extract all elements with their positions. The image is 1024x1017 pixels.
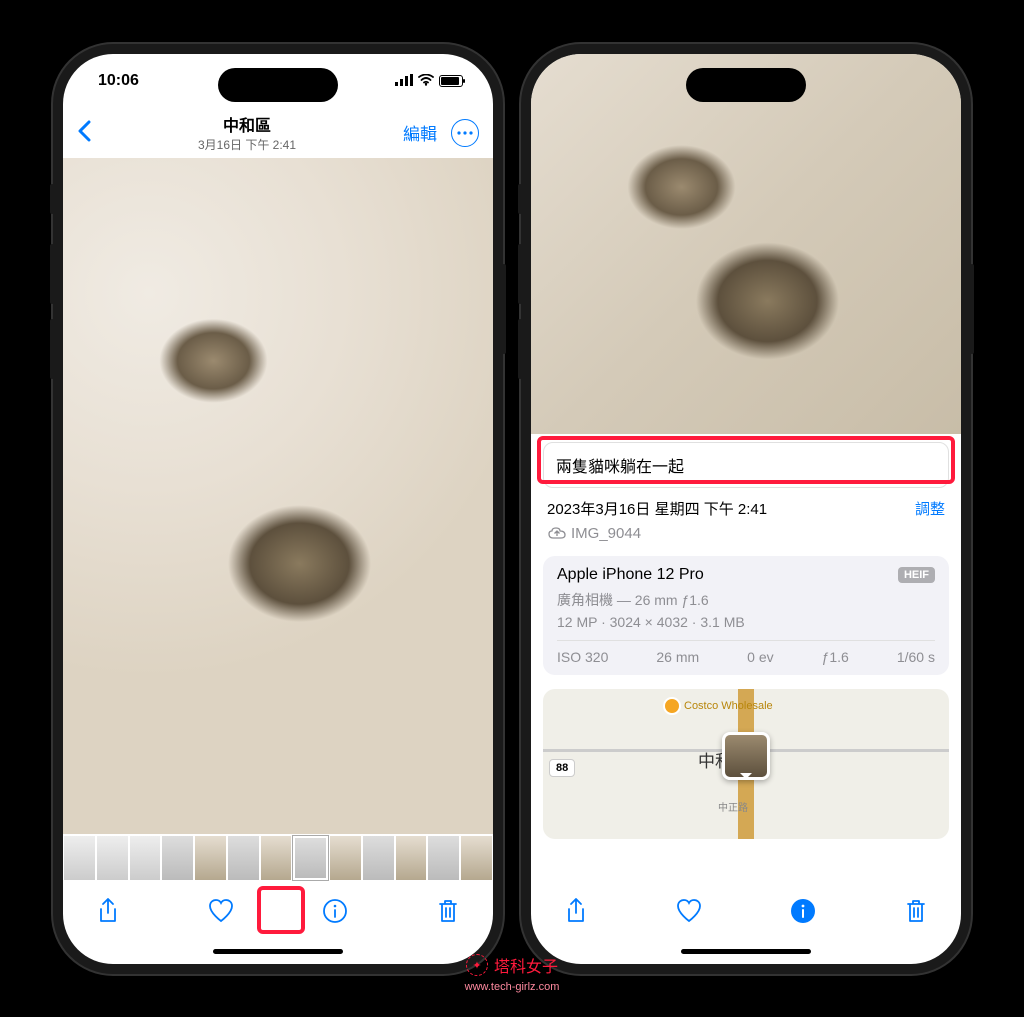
cloud-icon (547, 526, 565, 540)
aperture-value: ƒ1.6 (822, 649, 849, 665)
road-label: 中正路 (718, 799, 748, 814)
thumbnail[interactable] (461, 836, 492, 880)
share-button[interactable] (93, 896, 123, 926)
phone-side-button (502, 264, 506, 354)
thumbnail-strip[interactable] (63, 834, 493, 882)
bottom-toolbar (531, 882, 961, 940)
thumbnail[interactable] (97, 836, 128, 880)
thumbnail[interactable] (64, 836, 95, 880)
thumbnail[interactable] (130, 836, 161, 880)
info-button-active[interactable] (788, 896, 818, 926)
phone-mockup-left: 10:06 中和區 3月16日 下午 2:41 編輯 (53, 44, 503, 974)
phone-side-button (518, 244, 522, 304)
home-indicator[interactable] (531, 940, 961, 964)
lens-info: 廣角相機 — 26 mm ƒ1.6 (557, 590, 935, 610)
photo-content (63, 158, 493, 834)
dynamic-island (686, 68, 806, 102)
dynamic-island (218, 68, 338, 102)
wifi-icon (418, 73, 434, 89)
phone-mockup-right: 兩隻貓咪躺在一起 2023年3月16日 星期四 下午 2:41 調整 IMG_9… (521, 44, 971, 974)
nav-subtitle: 3月16日 下午 2:41 (91, 136, 403, 153)
share-button[interactable] (561, 896, 591, 926)
home-indicator[interactable] (63, 940, 493, 964)
watermark-text: 塔科女子 (494, 953, 558, 977)
shutter-value: 1/60 s (897, 649, 935, 665)
iso-value: ISO 320 (557, 649, 608, 665)
phone-side-button (50, 184, 54, 214)
photo-viewer[interactable] (63, 158, 493, 834)
phone-side-button (970, 264, 974, 354)
delete-button[interactable] (433, 896, 463, 926)
thumbnail-active[interactable] (293, 836, 328, 880)
status-time: 10:06 (98, 72, 139, 90)
highlight-box (257, 886, 305, 934)
favorite-button[interactable] (206, 896, 236, 926)
photo-preview[interactable] (531, 54, 961, 434)
thumbnail[interactable] (396, 836, 427, 880)
caption-field[interactable]: 兩隻貓咪躺在一起 (543, 442, 949, 488)
image-specs: 12 MP · 3024 × 4032 · 3.1 MB (557, 614, 935, 630)
battery-icon (439, 75, 463, 87)
watermark-icon: ✦ (466, 954, 488, 976)
favorite-button[interactable] (674, 896, 704, 926)
thumbnail[interactable] (162, 836, 193, 880)
photo-datetime: 2023年3月16日 星期四 下午 2:41 (547, 498, 767, 519)
thumbnail[interactable] (428, 836, 459, 880)
focal-value: 26 mm (656, 649, 699, 665)
info-panel: 兩隻貓咪躺在一起 2023年3月16日 星期四 下午 2:41 調整 IMG_9… (531, 434, 961, 882)
phone-side-button (518, 184, 522, 214)
phone-side-button (50, 319, 54, 379)
phone-side-button (518, 319, 522, 379)
route-badge: 88 (549, 759, 575, 777)
device-info-card[interactable]: Apple iPhone 12 Pro HEIF 廣角相機 — 26 mm ƒ1… (543, 556, 949, 675)
back-button[interactable] (77, 117, 91, 149)
info-button[interactable] (320, 896, 350, 926)
device-name: Apple iPhone 12 Pro (557, 566, 704, 584)
adjust-button[interactable]: 調整 (915, 498, 945, 519)
thumbnail[interactable] (363, 836, 394, 880)
thumbnail[interactable] (195, 836, 226, 880)
more-button[interactable] (451, 119, 479, 147)
delete-button[interactable] (901, 896, 931, 926)
bottom-toolbar (63, 882, 493, 940)
location-map[interactable]: Costco Wholesale 中和區 88 中正路 (543, 689, 949, 839)
thumbnail[interactable] (261, 836, 292, 880)
watermark-url: www.tech-girlz.com (465, 981, 560, 993)
map-pin (722, 732, 770, 780)
map-poi: Costco Wholesale (663, 697, 773, 715)
phone-side-button (50, 244, 54, 304)
nav-bar: 中和區 3月16日 下午 2:41 編輯 (63, 108, 493, 158)
edit-button[interactable]: 編輯 (403, 120, 437, 145)
watermark: ✦ 塔科女子 (466, 953, 558, 977)
filename: IMG_9044 (571, 525, 641, 542)
thumbnail[interactable] (228, 836, 259, 880)
signal-icon (395, 73, 413, 89)
ev-value: 0 ev (747, 649, 773, 665)
format-badge: HEIF (898, 567, 935, 583)
nav-title: 中和區 (91, 112, 403, 136)
thumbnail[interactable] (330, 836, 361, 880)
